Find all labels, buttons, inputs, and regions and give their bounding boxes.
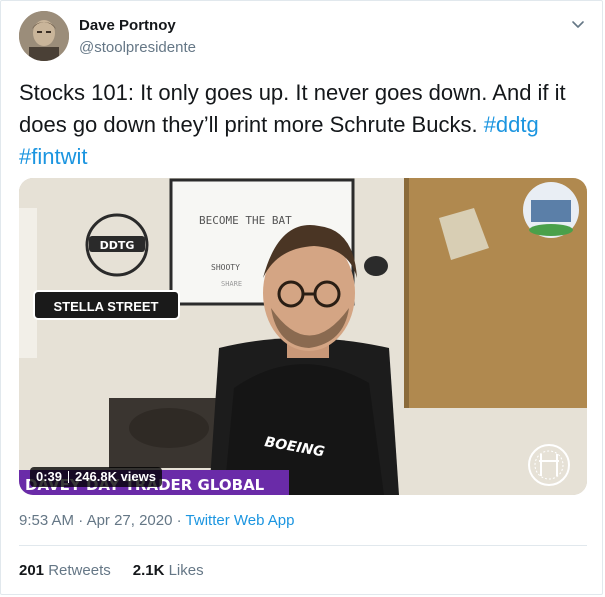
- meta-separator-2: ·: [176, 512, 182, 529]
- hashtag-ddtg[interactable]: #ddtg: [484, 112, 539, 137]
- video-meta-badge: 0:39 246.8K views: [30, 467, 162, 487]
- video-player[interactable]: BECOME THE BAT SHOOTY SHARE DDTG STELLA …: [19, 178, 587, 495]
- hashtag-fintwit[interactable]: #fintwit: [19, 144, 87, 169]
- whiteboard-note-2: SHARE: [221, 280, 242, 288]
- video-meta-divider: [68, 471, 70, 483]
- street-sign-text: STELLA STREET: [54, 299, 159, 314]
- divider: [19, 545, 587, 546]
- avatar-image: [19, 11, 69, 61]
- author-name[interactable]: Dave Portnoy: [79, 17, 176, 34]
- retweets-label: Retweets: [48, 562, 111, 579]
- ddtg-logo-text: DDTG: [100, 239, 135, 252]
- whiteboard-title: BECOME THE BAT: [199, 214, 292, 227]
- tweet-time[interactable]: 9:53 AM: [19, 512, 74, 529]
- author-handle[interactable]: @stoolpresidente: [79, 39, 196, 56]
- video-frame: BECOME THE BAT SHOOTY SHARE DDTG STELLA …: [19, 178, 587, 495]
- retweets-count: 201: [19, 562, 45, 579]
- whiteboard-note: SHOOTY: [211, 263, 240, 272]
- meta-separator: ·: [78, 512, 84, 529]
- likes-label: Likes: [168, 562, 204, 579]
- avatar[interactable]: [19, 11, 69, 61]
- engagement-stats: 201 Retweets 2.1K Likes: [19, 562, 204, 579]
- tweet-timestamp-line: 9:53 AM · Apr 27, 2020 · Twitter Web App: [19, 512, 295, 529]
- retweets-stat[interactable]: 201 Retweets: [19, 562, 111, 579]
- source-app-link[interactable]: Twitter Web App: [186, 512, 295, 529]
- video-views: 246.8K views: [75, 469, 156, 484]
- tweet-text: Stocks 101: It only goes up. It never go…: [19, 77, 589, 173]
- chevron-down-icon[interactable]: [569, 15, 587, 33]
- video-duration: 0:39: [36, 469, 63, 484]
- likes-stat[interactable]: 2.1K Likes: [133, 562, 204, 579]
- tweet-date[interactable]: Apr 27, 2020: [87, 512, 173, 529]
- likes-count: 2.1K: [132, 562, 165, 579]
- tweet-card: Dave Portnoy @stoolpresidente Stocks 101…: [0, 0, 603, 595]
